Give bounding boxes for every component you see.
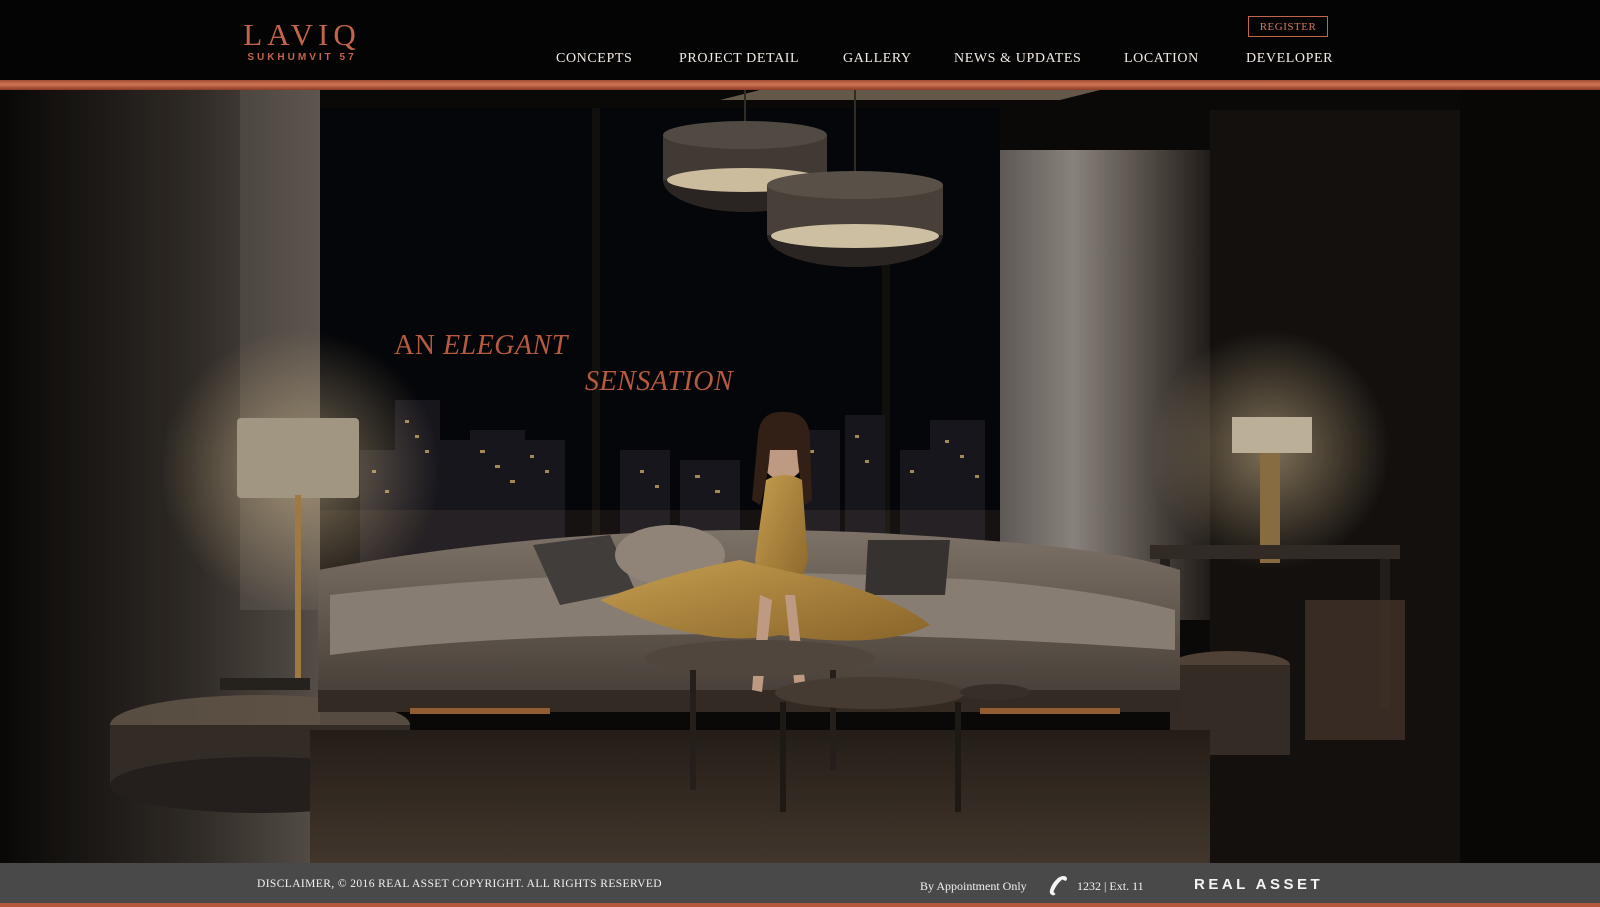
- nav-item-concepts[interactable]: CONCEPTS: [556, 51, 632, 67]
- hero-banner: AN ELEGANT SENSATION: [0, 90, 1600, 863]
- phone-handset-icon: [1049, 876, 1067, 896]
- logo[interactable]: LAVIQ SUKHUMVIT 57: [243, 18, 361, 64]
- nav-item-news-updates[interactable]: NEWS & UPDATES: [954, 51, 1081, 67]
- disclaimer-text: DISCLAIMER, © 2016 REAL ASSET COPYRIGHT.…: [257, 878, 662, 890]
- hero-tagline-line1: AN ELEGANT: [394, 330, 568, 362]
- hero-image: [0, 90, 1600, 863]
- header-accent-bar: [0, 80, 1600, 90]
- nav-item-location[interactable]: LOCATION: [1124, 51, 1199, 67]
- logo-name: LAVIQ: [243, 17, 361, 52]
- footer-accent-line: [0, 903, 1600, 907]
- tagline-plain-text: AN: [394, 330, 443, 361]
- tagline-italic-text: ELEGANT: [442, 330, 568, 361]
- logo-subtitle: SUKHUMVIT 57: [247, 52, 357, 63]
- appointment-text: By Appointment Only: [920, 879, 1027, 893]
- site-footer: DISCLAIMER, © 2016 REAL ASSET COPYRIGHT.…: [0, 863, 1600, 907]
- developer-brand-logo[interactable]: REAL ASSET: [1194, 876, 1323, 893]
- hero-tagline-line2: SENSATION: [585, 366, 734, 397]
- register-button[interactable]: REGISTER: [1248, 16, 1328, 37]
- nav-item-project-detail[interactable]: PROJECT DETAIL: [679, 51, 799, 67]
- site-header: LAVIQ SUKHUMVIT 57 REGISTER CONCEPTS PRO…: [0, 0, 1600, 80]
- nav-item-developer[interactable]: DEVELOPER: [1246, 51, 1333, 67]
- nav-item-gallery[interactable]: GALLERY: [843, 51, 912, 67]
- phone-number[interactable]: 1232 | Ext. 11: [1077, 879, 1144, 894]
